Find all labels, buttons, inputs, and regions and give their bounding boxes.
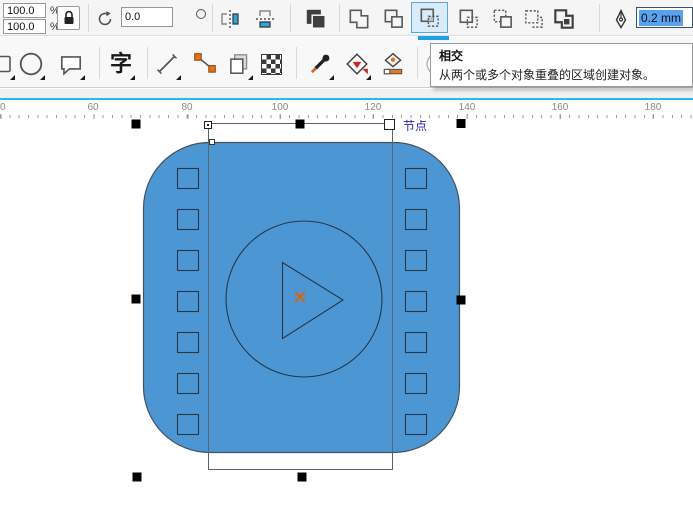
selection-handle	[133, 473, 142, 482]
separator	[417, 47, 418, 79]
remove-front-objects-icon	[521, 6, 547, 32]
rotate-button	[92, 6, 118, 32]
degree-icon	[196, 9, 206, 19]
simplify-icon	[456, 6, 482, 32]
separator	[296, 47, 297, 79]
smart-fill-icon	[380, 51, 406, 77]
combine-button[interactable]	[303, 6, 329, 32]
separator	[88, 4, 89, 32]
node-marker-dot	[207, 124, 209, 126]
eyedropper-icon	[307, 51, 333, 77]
outline-pen-button[interactable]	[608, 6, 634, 32]
separator	[599, 4, 600, 32]
outline-width-combo[interactable]: 0.2 mm	[636, 7, 693, 28]
weld-button[interactable]	[346, 6, 372, 32]
trim-icon	[381, 6, 407, 32]
rectangle-tool-icon	[0, 52, 13, 76]
selection-handle	[457, 296, 466, 305]
tooltip-description: 从两个或多个对象重叠的区域创建对象。	[439, 66, 684, 83]
node-marker-tiny[interactable]	[210, 140, 215, 145]
remove-back-objects-button[interactable]	[490, 6, 516, 32]
ruler-tick: 80	[181, 102, 192, 113]
intersect-button[interactable]	[411, 2, 448, 33]
callout-shape-tool[interactable]	[54, 45, 88, 83]
mirror-vertical-icon	[253, 7, 277, 31]
separator	[339, 4, 340, 32]
scale-x-input[interactable]	[3, 3, 46, 18]
toolbar-padding	[0, 89, 693, 98]
interactive-fill-tool[interactable]	[340, 45, 374, 83]
ruler-tick: 40	[0, 102, 6, 113]
create-boundary-icon	[551, 6, 577, 32]
drawing-canvas[interactable]: 节点	[0, 119, 693, 513]
intersect-icon	[417, 5, 443, 31]
separator	[290, 4, 291, 32]
pattern-fill-tool[interactable]	[254, 45, 288, 83]
tooltip-intersect: 相交 从两个或多个对象重叠的区域创建对象。	[430, 43, 693, 87]
ruler-tick: 120	[365, 102, 382, 113]
node-label: 节点	[403, 119, 427, 133]
ruler-tick: 160	[552, 102, 569, 113]
remove-front-objects-button[interactable]	[521, 6, 547, 32]
outline-width-value: 0.2 mm	[639, 10, 683, 26]
app-window: % %	[0, 0, 693, 513]
trim-button[interactable]	[381, 6, 407, 32]
smart-fill-tool[interactable]	[376, 45, 410, 83]
ruler-tick: 60	[87, 102, 98, 113]
combine-icon	[303, 6, 329, 32]
bezier-tool[interactable]	[188, 45, 222, 83]
page-stack-tool[interactable]	[222, 45, 256, 83]
selection-handle	[298, 473, 307, 482]
selection-handle	[296, 120, 305, 129]
line-tool[interactable]	[150, 45, 184, 83]
lock-icon	[60, 9, 78, 27]
lock-ratio-button[interactable]	[57, 6, 80, 30]
ruler-tick: 140	[459, 102, 476, 113]
create-boundary-button[interactable]	[551, 6, 577, 32]
outline-pen-icon	[610, 8, 632, 30]
mirror-horizontal-icon	[218, 7, 242, 31]
selection-handle	[132, 120, 141, 129]
simplify-button[interactable]	[456, 6, 482, 32]
bezier-tool-icon	[192, 51, 218, 77]
ellipse-tool[interactable]	[14, 45, 48, 83]
page-stack-icon	[226, 51, 252, 77]
rotation-angle-input[interactable]	[121, 7, 173, 27]
node-marker-active[interactable]	[385, 120, 395, 130]
selection-handle	[132, 295, 141, 304]
separator	[147, 47, 148, 79]
interactive-fill-icon	[344, 51, 370, 77]
property-bar: % %	[0, 0, 693, 36]
selection-handle	[457, 119, 466, 128]
ruler-minor-ticks	[0, 115, 693, 118]
eyedropper-tool[interactable]	[303, 45, 337, 83]
scale-y-input[interactable]	[3, 19, 46, 34]
rotate-icon	[94, 8, 116, 30]
tooltip-title: 相交	[439, 47, 684, 64]
text-tool[interactable]: 字	[104, 45, 138, 83]
mirror-horizontal-button[interactable]	[217, 6, 243, 32]
ruler-tick: 100	[272, 102, 289, 113]
weld-icon	[346, 6, 372, 32]
text-tool-icon: 字	[110, 53, 132, 75]
ellipse-tool-icon	[18, 51, 44, 77]
mirror-vertical-button[interactable]	[252, 6, 278, 32]
separator	[99, 47, 100, 79]
ruler-tick: 180	[645, 102, 662, 113]
horizontal-ruler: 40 60 80 100 120 140 160 180	[0, 98, 693, 119]
pattern-fill-icon	[261, 54, 282, 75]
line-tool-icon	[154, 51, 180, 77]
separator	[212, 4, 213, 32]
intersect-button-underline	[418, 36, 449, 40]
remove-back-objects-icon	[490, 6, 516, 32]
callout-shape-icon	[58, 51, 84, 77]
